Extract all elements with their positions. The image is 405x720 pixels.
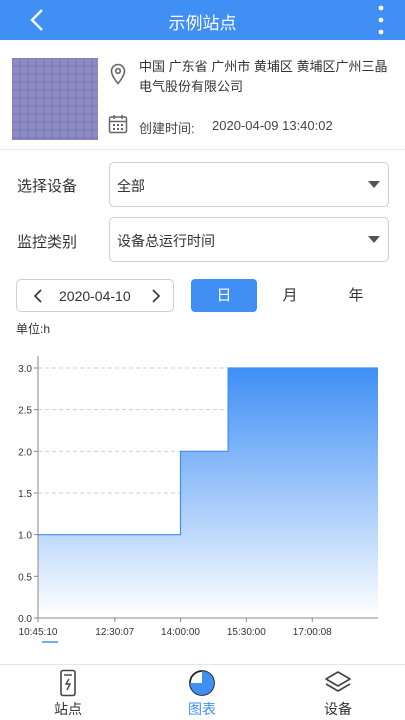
tab-chart-label: 图表	[188, 701, 216, 717]
device-select-value: 全部	[117, 178, 145, 194]
location-pin-icon	[110, 63, 126, 85]
created-time-value: 2020-04-09 13:40:02	[212, 118, 333, 133]
station-info: 中国 广东省 广州市 黄埔区 黄埔区广州三晶电气股份有限公司 创建时间: 202…	[0, 40, 405, 150]
period-month-button[interactable]: 月	[257, 279, 323, 312]
device-label: 选择设备	[17, 178, 78, 195]
x-tick-label: 12:30:07	[95, 627, 134, 638]
tab-station[interactable]: 站点	[18, 665, 118, 720]
y-tick-label: 1.0	[18, 531, 32, 542]
y-tick-label: 2.5	[18, 406, 32, 417]
next-date-icon[interactable]	[149, 288, 163, 304]
station-address: 中国 广东省 广州市 黄埔区 黄埔区广州三晶电气股份有限公司	[139, 59, 388, 94]
solar-panel-image	[12, 58, 98, 140]
unit-label: 单位:h	[16, 322, 51, 336]
tab-chart[interactable]: 图表	[152, 665, 252, 720]
caret-down-icon	[368, 236, 380, 243]
x-tick-label: 10:45:10	[19, 627, 58, 638]
runtime-area-chart: 0.0 0.5 1.0 1.5 2.0 2.5 3.0 10:45:10 12:30:07 14:…	[18, 356, 378, 643]
y-tick-label: 1.5	[18, 489, 32, 500]
tab-device[interactable]: 设备	[288, 665, 388, 720]
bottom-tab-bar: 站点 图表 设备	[0, 664, 405, 720]
y-tick-label: 0.0	[18, 614, 32, 625]
page-title: 示例站点	[168, 14, 237, 33]
y-tick-label: 2.0	[18, 447, 32, 458]
pie-chart-icon	[189, 670, 215, 696]
x-tick-label: 14:00:00	[161, 627, 200, 638]
layers-icon	[325, 671, 351, 692]
monitor-type-select-value: 设备总运行时间	[117, 233, 215, 249]
created-time-label: 创建时间:	[139, 121, 195, 136]
x-tick-label: 15:30:00	[227, 627, 266, 638]
date-navigator: 2020-04-10	[16, 279, 174, 312]
calendar-icon	[108, 115, 128, 134]
period-year-button[interactable]: 年	[323, 279, 389, 312]
tab-station-label: 站点	[54, 701, 82, 717]
monitor-type-label: 监控类别	[17, 234, 78, 251]
y-tick-label: 3.0	[18, 364, 32, 375]
selected-date[interactable]: 2020-04-10	[59, 288, 131, 304]
prev-date-icon[interactable]	[31, 288, 45, 304]
y-tick-label: 0.5	[18, 572, 32, 583]
caret-down-icon	[368, 181, 380, 188]
top-bar: 示例站点	[0, 0, 405, 40]
device-select[interactable]: 全部	[109, 162, 389, 207]
station-icon	[60, 669, 76, 697]
tab-device-label: 设备	[324, 701, 352, 717]
x-tick-label: 17:00:08	[293, 627, 332, 638]
period-day-button[interactable]: 日	[191, 279, 257, 312]
more-vertical-icon[interactable]	[375, 4, 387, 36]
monitor-type-select[interactable]: 设备总运行时间	[109, 217, 389, 262]
